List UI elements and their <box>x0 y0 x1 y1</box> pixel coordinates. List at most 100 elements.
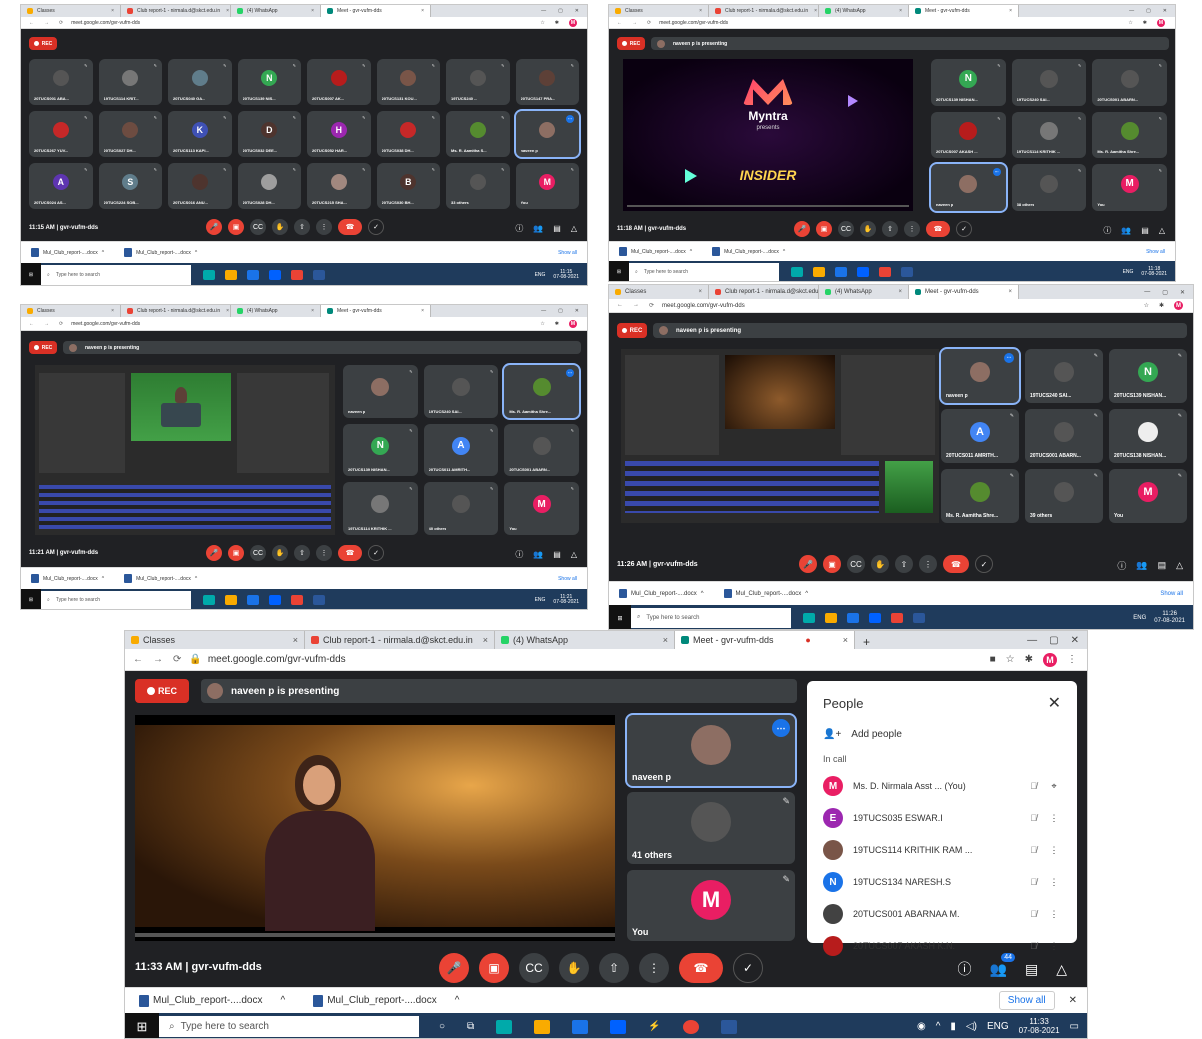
participant-tile[interactable]: A ✎ 20TUCS024 AS... <box>29 163 93 209</box>
menu-icon[interactable]: ⋮ <box>1067 654 1077 665</box>
edge-icon[interactable] <box>803 613 815 623</box>
participant-tile[interactable]: ✎ 20TUCS131 KOU... <box>376 59 440 105</box>
participant-tile[interactable]: ✎ 20TUCS040 GA... <box>168 59 232 105</box>
dropbox-icon[interactable] <box>869 613 881 623</box>
participant-tile[interactable]: ✎ 39 others <box>1025 469 1103 523</box>
download-item-1[interactable]: Mul_Club_report-....docx ^ <box>21 574 114 583</box>
participant-tile[interactable]: M ✎ You <box>1092 164 1167 211</box>
show-all-link[interactable]: Show all <box>558 576 587 582</box>
participant-tile[interactable]: M ✎ You <box>1109 469 1187 523</box>
chrome-icon[interactable] <box>879 267 891 277</box>
people-icon[interactable]: 👥 <box>533 224 543 233</box>
window-controls[interactable]: — ▢ ✕ <box>541 5 587 17</box>
tab-whatsapp[interactable]: (4) WhatsApp × <box>231 305 321 317</box>
activities-icon[interactable]: △ <box>571 550 577 559</box>
info-icon[interactable]: ⓘ <box>1117 559 1126 572</box>
show-all-link[interactable]: Show all <box>558 250 587 256</box>
window-controls[interactable]: — ▢ ✕ <box>1144 285 1193 299</box>
reload-icon[interactable]: ⟳ <box>173 654 181 665</box>
windows-start-icon[interactable]: ⊞ <box>609 261 629 281</box>
window-controls[interactable]: — ▢ ✕ <box>1129 5 1175 17</box>
tray-app-icon[interactable]: ◉ <box>917 1021 926 1032</box>
participant-tile[interactable]: N ✎ 20TUCS139 NISHAN... <box>1109 349 1187 403</box>
participant-tile[interactable]: ✎ 20TUCS001 ABARN... <box>1025 409 1103 463</box>
nav-buttons[interactable]: ← → ⟳ <box>609 302 662 309</box>
tab-whatsapp[interactable]: (4) WhatsApp × <box>819 285 909 299</box>
end-call-button[interactable]: ☎ <box>943 555 969 573</box>
activities-icon[interactable]: △ <box>571 224 577 233</box>
word-icon[interactable] <box>313 270 325 280</box>
participant-tile[interactable]: M ✎ You <box>627 869 795 941</box>
more-options-icon[interactable]: ⋮ <box>1047 909 1061 920</box>
browser-tools[interactable]: ☆ ✱ M <box>540 319 587 328</box>
chat-icon[interactable]: ▤ <box>553 224 561 233</box>
present-button[interactable]: ⇧ <box>895 555 913 573</box>
url-text[interactable]: meet.google.com/gvr-vufm-dds <box>659 20 1128 26</box>
participant-tile[interactable]: ⋯ naveen p <box>625 712 797 789</box>
mic-off-button[interactable]: 🎤 <box>206 545 222 561</box>
edge-icon[interactable] <box>203 270 215 280</box>
participant-tile[interactable]: ✎ Ms. R. Aamitha Shre... <box>1092 111 1167 159</box>
mail-icon[interactable] <box>572 1019 589 1034</box>
more-options-icon[interactable]: ⋯ <box>992 168 1001 177</box>
people-list-item[interactable]: E 19TUCS035 ESWAR.I 🎙̸ ⋮ <box>823 802 1061 834</box>
more-options-icon[interactable]: ⋯ <box>1004 353 1014 363</box>
mail-icon[interactable] <box>247 595 259 605</box>
raise-hand-button[interactable]: ✋ <box>272 219 288 235</box>
mic-off-button[interactable]: 🎤 <box>794 221 810 237</box>
download-item-1[interactable]: Mul_Club_report-....docx ^ <box>125 994 299 1007</box>
taskbar-search[interactable]: ⌕ Type here to search <box>41 591 191 609</box>
end-call-button[interactable]: ☎ <box>338 545 362 561</box>
more-options-icon[interactable]: ⋯ <box>772 719 790 737</box>
explorer-icon[interactable] <box>534 1019 551 1034</box>
url-text[interactable]: meet.google.com/gvr-vufm-dds <box>208 654 990 665</box>
end-call-button[interactable]: ☎ <box>338 219 362 235</box>
participant-tile[interactable]: S ✎ 20TUCS224 SOB... <box>98 163 162 209</box>
chrome-icon[interactable] <box>891 613 903 623</box>
show-all-link[interactable]: Show all <box>1146 249 1175 255</box>
browser-tools[interactable]: ☆ ✱ M <box>1128 18 1175 27</box>
participant-tile[interactable]: B ✎ 20TUCS030 BH... <box>376 163 440 209</box>
participant-tile[interactable]: ✎ 20TUCS001 ABARN... <box>504 423 579 477</box>
people-list-item[interactable]: N 19TUCS134 NARESH.S 🎙̸ ⋮ <box>823 866 1061 898</box>
captions-button[interactable]: CC <box>250 545 266 561</box>
participant-tile[interactable]: ⋯ naveen p <box>939 347 1021 405</box>
camera-off-button[interactable]: ▣ <box>479 953 509 983</box>
camera-blocked-icon[interactable]: ■ <box>990 654 996 665</box>
url-text[interactable]: meet.google.com/gvr-vufm-dds <box>71 321 540 327</box>
url-text[interactable]: meet.google.com/gvr-vufm-dds <box>71 20 540 26</box>
windows-start-icon[interactable]: ⊞ <box>125 1013 159 1038</box>
activities-icon[interactable]: △ <box>1159 226 1165 235</box>
camera-off-button[interactable]: ▣ <box>816 221 832 237</box>
info-icon[interactable]: ⓘ <box>958 959 972 979</box>
tray-chevron-icon[interactable]: ^ <box>936 1021 941 1032</box>
participant-tile[interactable]: ✎ 20TUCS147 PRA... <box>515 59 579 105</box>
tab-meet[interactable]: Meet - gvr-vufm-dds × <box>909 285 1019 299</box>
edge-icon[interactable] <box>496 1019 513 1034</box>
end-call-button[interactable]: ☎ <box>926 221 950 237</box>
edge-icon[interactable] <box>203 595 215 605</box>
dropbox-icon[interactable] <box>610 1019 627 1034</box>
taskbar-clock[interactable]: 11:33 07-08-2021 <box>1019 1017 1060 1036</box>
more-options-icon[interactable]: ⋮ <box>1047 845 1061 856</box>
window-controls[interactable]: — ▢ ✕ <box>1027 631 1087 649</box>
camera-off-button[interactable]: ▣ <box>228 545 244 561</box>
tab-club-report[interactable]: Club report-1 - nirmala.d@skct.edu.in× <box>121 5 231 17</box>
participant-tile[interactable]: ✎ 20TUCS027 DH... <box>98 111 162 157</box>
tab-club-report[interactable]: Club report-1 - nirmala.d@skct.edu.in× <box>305 631 495 649</box>
nav-buttons[interactable]: ← → ⟳ <box>125 654 189 665</box>
participant-tile[interactable]: ✎ 40 others <box>423 482 499 535</box>
participant-tile[interactable]: M ✎ You <box>515 163 579 209</box>
more-options-button[interactable]: ⋮ <box>904 221 920 237</box>
participant-tile[interactable]: D ✎ 20TUCS032 DEE... <box>237 111 301 157</box>
language-indicator[interactable]: ENG <box>987 1021 1009 1032</box>
mic-off-button[interactable]: 🎤 <box>439 953 469 983</box>
participant-tile[interactable]: ✎ 19TUCS114 KRIT... <box>98 59 162 105</box>
people-list-item[interactable]: M Ms. D. Nirmala Asst ... (You) 🎙̸ ⌖ <box>823 770 1061 802</box>
info-icon[interactable]: ⓘ <box>515 549 523 560</box>
more-options-icon[interactable]: ⋯ <box>565 369 574 377</box>
participant-tile[interactable]: ✎ 19TUCS240 ... <box>446 59 510 105</box>
download-item-2[interactable]: Mul_Club_report-....docx ^ <box>114 574 207 583</box>
download-item-2[interactable]: Mul_Club_report-....docx ^ <box>299 994 473 1007</box>
mic-off-button[interactable]: 🎤 <box>206 219 222 235</box>
